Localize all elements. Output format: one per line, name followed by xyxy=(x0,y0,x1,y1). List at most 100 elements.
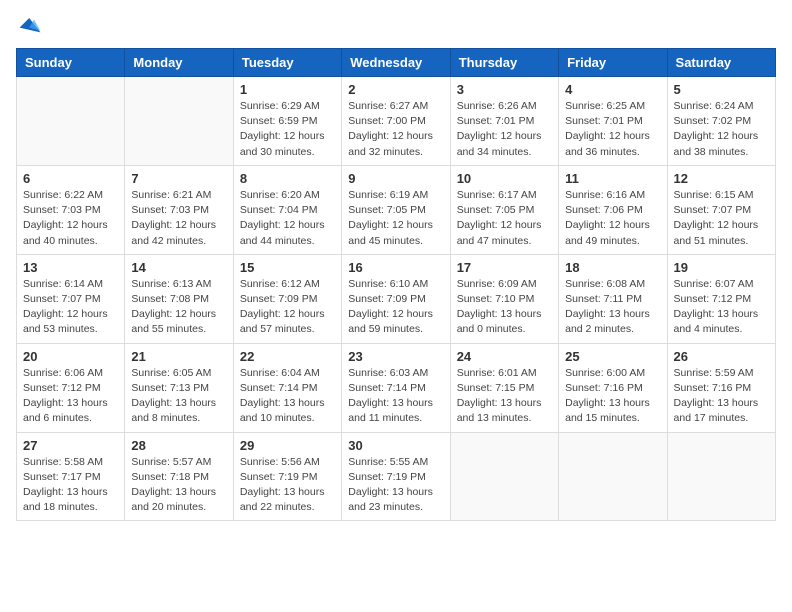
calendar-day-cell: 18 Sunrise: 6:08 AMSunset: 7:11 PMDayligh… xyxy=(559,254,667,343)
day-number: 14 xyxy=(131,260,226,275)
calendar-day-cell: 11 Sunrise: 6:16 AMSunset: 7:06 PMDayligh… xyxy=(559,165,667,254)
day-number: 4 xyxy=(565,82,660,97)
day-number: 19 xyxy=(674,260,769,275)
day-info: Sunrise: 6:20 AMSunset: 7:04 PMDaylight:… xyxy=(240,188,335,249)
day-number: 15 xyxy=(240,260,335,275)
calendar-day-cell: 4 Sunrise: 6:25 AMSunset: 7:01 PMDaylight… xyxy=(559,77,667,166)
calendar-day-cell: 30Sunrise: 5:55 AMSunset: 7:19 PMDayligh… xyxy=(342,432,450,521)
calendar-day-cell xyxy=(125,77,233,166)
day-number: 1 xyxy=(240,82,335,97)
calendar-day-cell: 15 Sunrise: 6:12 AMSunset: 7:09 PMDayligh… xyxy=(233,254,341,343)
day-number: 24 xyxy=(457,349,552,364)
day-of-week-header: Wednesday xyxy=(342,49,450,77)
day-info: Sunrise: 6:06 AMSunset: 7:12 PMDaylight:… xyxy=(23,366,118,427)
day-info: Sunrise: 5:57 AMSunset: 7:18 PMDaylight:… xyxy=(131,455,226,516)
calendar-day-cell xyxy=(667,432,775,521)
calendar-day-cell: 2 Sunrise: 6:27 AMSunset: 7:00 PMDaylight… xyxy=(342,77,450,166)
day-number: 6 xyxy=(23,171,118,186)
calendar-day-cell: 24 Sunrise: 6:01 AMSunset: 7:15 PMDayligh… xyxy=(450,343,558,432)
day-info: Sunrise: 6:22 AMSunset: 7:03 PMDaylight:… xyxy=(23,188,118,249)
calendar-week-row: 6 Sunrise: 6:22 AMSunset: 7:03 PMDaylight… xyxy=(17,165,776,254)
calendar-day-cell: 25 Sunrise: 6:00 AMSunset: 7:16 PMDayligh… xyxy=(559,343,667,432)
calendar-day-cell: 14 Sunrise: 6:13 AMSunset: 7:08 PMDayligh… xyxy=(125,254,233,343)
calendar-day-cell xyxy=(450,432,558,521)
day-of-week-header: Thursday xyxy=(450,49,558,77)
day-number: 13 xyxy=(23,260,118,275)
day-number: 8 xyxy=(240,171,335,186)
day-info: Sunrise: 6:15 AMSunset: 7:07 PMDaylight:… xyxy=(674,188,769,249)
calendar-day-cell: 6 Sunrise: 6:22 AMSunset: 7:03 PMDaylight… xyxy=(17,165,125,254)
calendar-week-row: 1 Sunrise: 6:29 AMSunset: 6:59 PMDaylight… xyxy=(17,77,776,166)
logo-icon xyxy=(18,16,42,36)
calendar-day-cell: 8 Sunrise: 6:20 AMSunset: 7:04 PMDaylight… xyxy=(233,165,341,254)
calendar-day-cell xyxy=(17,77,125,166)
day-info: Sunrise: 6:21 AMSunset: 7:03 PMDaylight:… xyxy=(131,188,226,249)
day-of-week-header: Saturday xyxy=(667,49,775,77)
day-info: Sunrise: 6:19 AMSunset: 7:05 PMDaylight:… xyxy=(348,188,443,249)
day-info: Sunrise: 5:59 AMSunset: 7:16 PMDaylight:… xyxy=(674,366,769,427)
day-number: 25 xyxy=(565,349,660,364)
day-info: Sunrise: 6:13 AMSunset: 7:08 PMDaylight:… xyxy=(131,277,226,338)
day-info: Sunrise: 5:56 AMSunset: 7:19 PMDaylight:… xyxy=(240,455,335,516)
day-number: 5 xyxy=(674,82,769,97)
day-info: Sunrise: 6:10 AMSunset: 7:09 PMDaylight:… xyxy=(348,277,443,338)
calendar-day-cell: 19 Sunrise: 6:07 AMSunset: 7:12 PMDayligh… xyxy=(667,254,775,343)
calendar-day-cell: 23 Sunrise: 6:03 AMSunset: 7:14 PMDayligh… xyxy=(342,343,450,432)
day-number: 23 xyxy=(348,349,443,364)
calendar-day-cell: 29 Sunrise: 5:56 AMSunset: 7:19 PMDayligh… xyxy=(233,432,341,521)
day-number: 9 xyxy=(348,171,443,186)
day-info: Sunrise: 5:58 AMSunset: 7:17 PMDaylight:… xyxy=(23,455,118,516)
day-number: 18 xyxy=(565,260,660,275)
calendar-day-cell: 16 Sunrise: 6:10 AMSunset: 7:09 PMDayligh… xyxy=(342,254,450,343)
calendar-day-cell: 5 Sunrise: 6:24 AMSunset: 7:02 PMDaylight… xyxy=(667,77,775,166)
day-of-week-header: Tuesday xyxy=(233,49,341,77)
logo xyxy=(16,16,42,36)
calendar-day-cell: 17Sunrise: 6:09 AMSunset: 7:10 PMDayligh… xyxy=(450,254,558,343)
calendar-week-row: 27 Sunrise: 5:58 AMSunset: 7:17 PMDayligh… xyxy=(17,432,776,521)
day-info: Sunrise: 6:12 AMSunset: 7:09 PMDaylight:… xyxy=(240,277,335,338)
day-of-week-header: Monday xyxy=(125,49,233,77)
day-number: 26 xyxy=(674,349,769,364)
day-number: 22 xyxy=(240,349,335,364)
calendar-week-row: 20 Sunrise: 6:06 AMSunset: 7:12 PMDayligh… xyxy=(17,343,776,432)
day-info: Sunrise: 6:14 AMSunset: 7:07 PMDaylight:… xyxy=(23,277,118,338)
day-info: Sunrise: 6:29 AMSunset: 6:59 PMDaylight:… xyxy=(240,99,335,160)
day-info: Sunrise: 5:55 AMSunset: 7:19 PMDaylight:… xyxy=(348,455,443,516)
day-number: 27 xyxy=(23,438,118,453)
day-number: 28 xyxy=(131,438,226,453)
day-number: 16 xyxy=(348,260,443,275)
day-number: 20 xyxy=(23,349,118,364)
day-info: Sunrise: 6:16 AMSunset: 7:06 PMDaylight:… xyxy=(565,188,660,249)
calendar-day-cell: 27 Sunrise: 5:58 AMSunset: 7:17 PMDayligh… xyxy=(17,432,125,521)
day-info: Sunrise: 6:17 AMSunset: 7:05 PMDaylight:… xyxy=(457,188,552,249)
calendar-day-cell: 20 Sunrise: 6:06 AMSunset: 7:12 PMDayligh… xyxy=(17,343,125,432)
day-info: Sunrise: 6:26 AMSunset: 7:01 PMDaylight:… xyxy=(457,99,552,160)
calendar-day-cell: 28 Sunrise: 5:57 AMSunset: 7:18 PMDayligh… xyxy=(125,432,233,521)
day-number: 10 xyxy=(457,171,552,186)
day-info: Sunrise: 6:24 AMSunset: 7:02 PMDaylight:… xyxy=(674,99,769,160)
day-info: Sunrise: 6:04 AMSunset: 7:14 PMDaylight:… xyxy=(240,366,335,427)
day-info: Sunrise: 6:27 AMSunset: 7:00 PMDaylight:… xyxy=(348,99,443,160)
calendar-day-cell: 3Sunrise: 6:26 AMSunset: 7:01 PMDaylight… xyxy=(450,77,558,166)
day-number: 11 xyxy=(565,171,660,186)
calendar-header-row: SundayMondayTuesdayWednesdayThursdayFrid… xyxy=(17,49,776,77)
calendar-day-cell: 10 Sunrise: 6:17 AMSunset: 7:05 PMDayligh… xyxy=(450,165,558,254)
day-info: Sunrise: 6:25 AMSunset: 7:01 PMDaylight:… xyxy=(565,99,660,160)
day-info: Sunrise: 6:09 AMSunset: 7:10 PMDaylight:… xyxy=(457,277,552,338)
day-info: Sunrise: 6:07 AMSunset: 7:12 PMDaylight:… xyxy=(674,277,769,338)
page-header xyxy=(16,16,776,36)
day-info: Sunrise: 6:08 AMSunset: 7:11 PMDaylight:… xyxy=(565,277,660,338)
day-info: Sunrise: 6:03 AMSunset: 7:14 PMDaylight:… xyxy=(348,366,443,427)
calendar-day-cell xyxy=(559,432,667,521)
calendar-day-cell: 22 Sunrise: 6:04 AMSunset: 7:14 PMDayligh… xyxy=(233,343,341,432)
calendar-table: SundayMondayTuesdayWednesdayThursdayFrid… xyxy=(16,48,776,521)
day-info: Sunrise: 6:01 AMSunset: 7:15 PMDaylight:… xyxy=(457,366,552,427)
calendar-week-row: 13 Sunrise: 6:14 AMSunset: 7:07 PMDayligh… xyxy=(17,254,776,343)
calendar-day-cell: 12Sunrise: 6:15 AMSunset: 7:07 PMDayligh… xyxy=(667,165,775,254)
calendar-day-cell: 1 Sunrise: 6:29 AMSunset: 6:59 PMDaylight… xyxy=(233,77,341,166)
day-info: Sunrise: 6:05 AMSunset: 7:13 PMDaylight:… xyxy=(131,366,226,427)
day-of-week-header: Sunday xyxy=(17,49,125,77)
day-number: 2 xyxy=(348,82,443,97)
day-info: Sunrise: 6:00 AMSunset: 7:16 PMDaylight:… xyxy=(565,366,660,427)
day-number: 29 xyxy=(240,438,335,453)
